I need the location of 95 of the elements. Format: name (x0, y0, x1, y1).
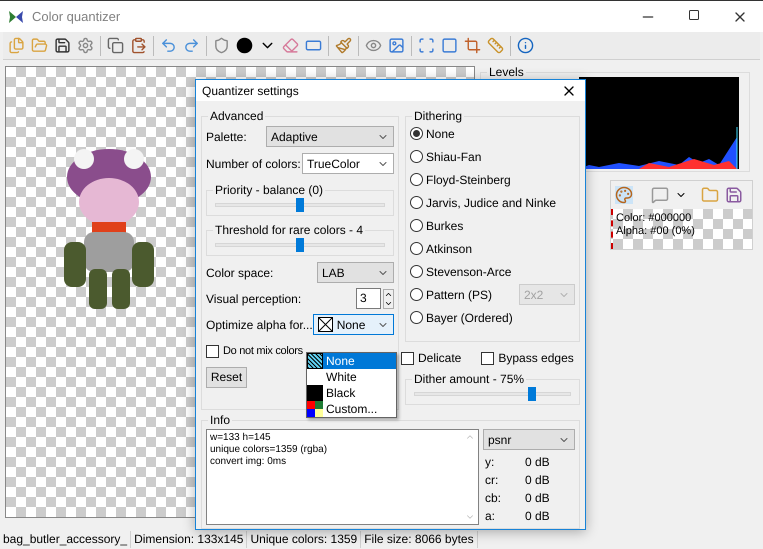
eraser-icon[interactable] (282, 37, 299, 54)
radio-label: Jarvis, Judice and Ninke (426, 194, 556, 212)
crop-icon[interactable] (464, 37, 481, 54)
metric-label: y: (485, 454, 496, 470)
brush-icon[interactable] (335, 37, 352, 54)
spin-buttons[interactable] (383, 288, 394, 308)
metric-value: 0 dB (525, 490, 550, 506)
radio-label: Bayer (Ordered) (426, 310, 513, 326)
maximize-icon[interactable] (688, 8, 700, 20)
radio-label: Floyd-Steinberg (426, 172, 511, 188)
field-label: Palette: (206, 128, 247, 146)
field-label: Color space: (206, 264, 274, 282)
slider-thumb[interactable] (296, 198, 304, 212)
color-value: Color: #000000 (616, 212, 692, 225)
reset-button[interactable]: Reset (206, 366, 247, 388)
redo-icon[interactable] (183, 37, 200, 54)
radio-button[interactable] (410, 242, 423, 255)
checkbox[interactable] (481, 352, 494, 364)
field-label: Number of colors: (206, 156, 301, 172)
window-title: Color quantizer (32, 8, 120, 26)
circle-icon[interactable] (236, 37, 253, 54)
hatched-swatch-icon (307, 353, 323, 369)
info-text-area[interactable]: w=133 h=145 unique colors=1359 (rgba) convert img: 0ms (206, 429, 479, 525)
radio-label: Stevenson-Arce (426, 264, 512, 280)
info-line: convert img: 0ms (210, 456, 288, 468)
slider-thumb[interactable] (296, 238, 304, 252)
metric-value: 0 dB (525, 508, 550, 524)
eye-icon[interactable] (365, 37, 382, 54)
folder-icon[interactable] (701, 186, 719, 204)
settings-icon[interactable] (77, 37, 94, 54)
slider[interactable] (215, 198, 385, 212)
metric-label: cr: (485, 472, 500, 488)
status-text: File size: 8066 bytes (361, 531, 478, 548)
status-text: Dimension: 133x145 (131, 531, 248, 548)
fit-icon[interactable] (418, 37, 435, 54)
radio-button[interactable] (410, 127, 423, 140)
palette-icon[interactable] (615, 186, 633, 204)
color-swatch-icon (307, 401, 323, 417)
metric-value: 0 dB (525, 472, 550, 488)
alpha-value: Alpha: #00 (0%) (616, 225, 696, 238)
metric-label: a: (485, 508, 496, 524)
radio-button[interactable] (410, 311, 423, 324)
field-label: Optimize alpha for... (206, 316, 313, 334)
square-icon[interactable] (441, 37, 458, 54)
radio-label: Pattern (PS) (426, 286, 492, 304)
crossed-box-icon (318, 317, 333, 332)
radio-button[interactable] (410, 196, 423, 209)
paste-icon[interactable] (130, 37, 147, 54)
radio-button[interactable] (410, 265, 423, 278)
radio-label: Burkes (426, 218, 464, 234)
info-line: unique colors=1359 (rgba) (210, 444, 328, 456)
checkbox[interactable] (401, 352, 414, 364)
radio-label: None (426, 126, 455, 142)
solid-swatch-icon (307, 385, 323, 401)
colors-dropdown[interactable]: TrueColor (302, 153, 394, 174)
radio-button[interactable] (410, 173, 423, 186)
checkbox-label: Do not mix colors (223, 344, 303, 359)
radio-button[interactable] (410, 219, 423, 232)
dropdown-option[interactable]: Black (307, 385, 396, 401)
dialog-title: Quantizer settings (202, 82, 299, 100)
radio-label: Atkinson (426, 240, 472, 258)
dropdown-option[interactable]: Custom... (307, 401, 396, 417)
info-icon[interactable] (517, 37, 534, 54)
number-field[interactable]: 3 (356, 288, 381, 309)
slider[interactable] (215, 238, 385, 252)
image-icon[interactable] (388, 37, 405, 54)
alpha-dropdown[interactable]: None (312, 314, 394, 335)
color-space-dropdown[interactable]: LAB (317, 262, 394, 283)
shape-icon[interactable] (213, 37, 230, 54)
status-text: Unique colors: 1359 (247, 531, 362, 548)
copy-icon[interactable] (107, 37, 124, 54)
radio-button[interactable] (410, 288, 423, 301)
field-label: Visual perception: (206, 290, 302, 308)
group-title: Dithering (412, 108, 464, 124)
status-text: bag_butler_accessory_ (0, 531, 132, 548)
metric-dropdown[interactable]: psnr (483, 429, 575, 450)
dropdown-option[interactable]: None (307, 353, 396, 369)
save-icon[interactable] (54, 37, 71, 54)
ruler-icon[interactable] (487, 37, 504, 54)
metric-value: 0 dB (525, 454, 550, 470)
radio-button[interactable] (410, 150, 423, 163)
group-title: Priority - balance (0) (213, 182, 326, 198)
checkbox-label: Bypass edges (498, 350, 574, 367)
info-line: w=133 h=145 (210, 432, 272, 444)
slider-thumb[interactable] (528, 387, 536, 401)
metric-label: cb: (485, 490, 502, 506)
save-icon[interactable] (725, 186, 743, 204)
dropdown-option[interactable]: White (307, 369, 396, 385)
undo-icon[interactable] (160, 37, 177, 54)
checkbox[interactable] (206, 344, 219, 358)
checkbox-label: Delicate (418, 350, 462, 367)
slider[interactable] (414, 387, 571, 401)
speech-bubble-icon[interactable] (651, 186, 669, 204)
radio-label: Shiau-Fan (426, 148, 482, 166)
palette-dropdown[interactable]: Adaptive (266, 126, 394, 147)
